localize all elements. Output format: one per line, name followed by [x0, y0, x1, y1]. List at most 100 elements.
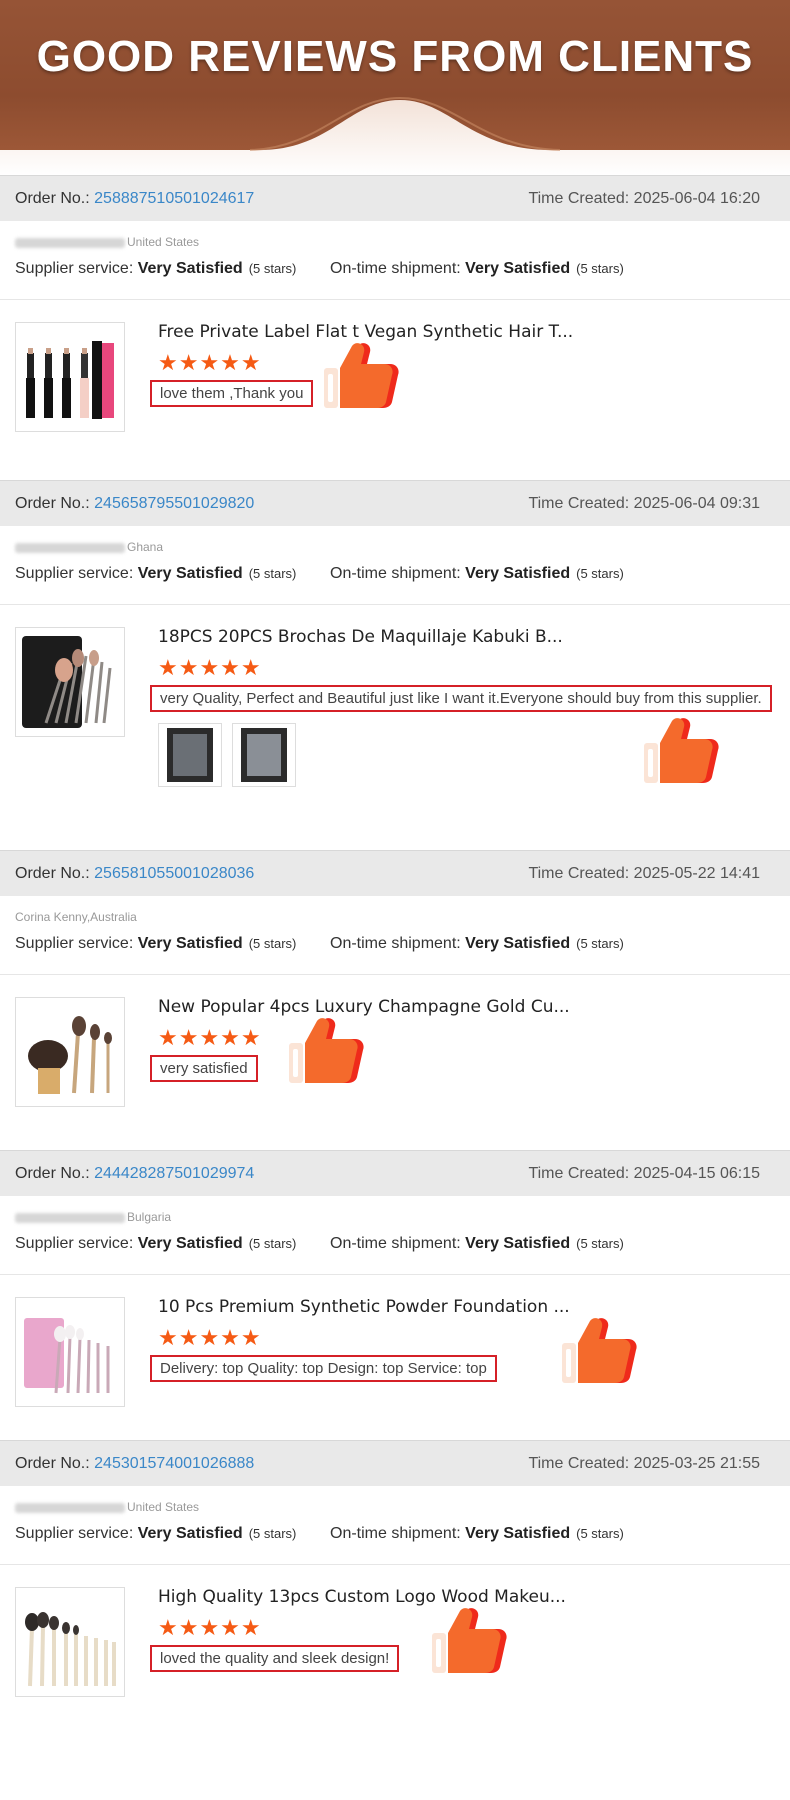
- review-card: Order No.: 245658795501029820 Time Creat…: [0, 480, 790, 845]
- supplier-stars: (5 stars): [248, 936, 297, 951]
- supplier-label: Supplier service:: [15, 565, 134, 582]
- review-card: Order No.: 258887510501024617 Time Creat…: [0, 175, 790, 450]
- shipment-rating: On-time shipment: Very Satisfied (5 stars…: [330, 565, 645, 583]
- time-created: Time Created: 2025-04-15 06:15: [528, 1165, 760, 1183]
- order-bar: Order No.: 244428287501029974 Time Creat…: [0, 1150, 790, 1196]
- supplier-stars: (5 stars): [248, 1526, 297, 1541]
- shipment-value: Very Satisfied: [465, 1525, 571, 1542]
- order-number-link[interactable]: 258887510501024617: [94, 190, 254, 207]
- supplier-rating: Supplier service: Very Satisfied (5 stars…: [15, 1525, 330, 1543]
- time-created: Time Created: 2025-06-04 09:31: [528, 495, 760, 513]
- buyer-country: Ghana: [127, 540, 164, 554]
- thumbs-up-icon: [432, 1608, 507, 1673]
- star-rating: ★★★★★: [158, 1325, 262, 1350]
- supplier-rating: Supplier service: Very Satisfied (5 stars…: [15, 260, 330, 278]
- star-rating: ★★★★★: [158, 1025, 262, 1050]
- star-rating: ★★★★★: [158, 655, 262, 680]
- shipment-value: Very Satisfied: [465, 565, 571, 582]
- buyer-country: United States: [127, 1500, 200, 1514]
- order-label: Order No.:: [15, 1454, 90, 1472]
- review-item: Free Private Label Flat t Vegan Syntheti…: [0, 300, 790, 450]
- order-bar: Order No.: 245658795501029820 Time Creat…: [0, 480, 790, 526]
- supplier-label: Supplier service:: [15, 935, 134, 952]
- blurred-buyer-name: [15, 542, 125, 553]
- review-item: 18PCS 20PCS Brochas De Maquillaje Kabuki…: [0, 605, 790, 845]
- product-title[interactable]: Free Private Label Flat t Vegan Syntheti…: [158, 322, 573, 342]
- buyer-info: Bulgaria: [15, 1210, 790, 1226]
- product-title[interactable]: 18PCS 20PCS Brochas De Maquillaje Kabuki…: [158, 627, 563, 647]
- product-title[interactable]: New Popular 4pcs Luxury Champagne Gold C…: [158, 997, 570, 1017]
- supplier-rating: Supplier service: Very Satisfied (5 stars…: [15, 565, 330, 583]
- product-thumbnail[interactable]: [15, 997, 125, 1107]
- order-number-link[interactable]: 256581055001028036: [94, 865, 254, 882]
- supplier-value: Very Satisfied: [137, 1235, 243, 1252]
- review-photo[interactable]: [232, 723, 296, 787]
- supplier-stars: (5 stars): [248, 566, 297, 581]
- supplier-stars: (5 stars): [248, 1236, 297, 1251]
- order-number-link[interactable]: 244428287501029974: [94, 1165, 254, 1182]
- product-title[interactable]: High Quality 13pcs Custom Logo Wood Make…: [158, 1587, 566, 1607]
- review-item: High Quality 13pcs Custom Logo Wood Make…: [0, 1565, 790, 1715]
- time-label: Time Created:: [528, 1164, 630, 1182]
- review-card: Order No.: 244428287501029974 Time Creat…: [0, 1150, 790, 1425]
- review-item: 10 Pcs Premium Synthetic Powder Foundati…: [0, 1275, 790, 1425]
- product-thumbnail[interactable]: [15, 322, 125, 432]
- thumbs-up-icon: [562, 1318, 637, 1383]
- supplier-rating: Supplier service: Very Satisfied (5 stars…: [15, 935, 330, 953]
- shipment-rating: On-time shipment: Very Satisfied (5 stars…: [330, 1525, 645, 1543]
- order-number: Order No.: 258887510501024617: [15, 190, 254, 208]
- thumbs-up-icon: [644, 718, 719, 783]
- time-created: Time Created: 2025-06-04 16:20: [528, 190, 760, 208]
- shipment-label: On-time shipment:: [330, 1525, 461, 1542]
- order-number: Order No.: 245301574001026888: [15, 1455, 254, 1473]
- product-thumbnail[interactable]: [15, 1587, 125, 1697]
- blurred-buyer-name: [15, 1502, 125, 1513]
- shipment-rating: On-time shipment: Very Satisfied (5 stars…: [330, 1235, 645, 1253]
- product-thumbnail[interactable]: [15, 627, 125, 737]
- time-value: 2025-04-15 06:15: [633, 1164, 760, 1182]
- shipment-stars: (5 stars): [576, 566, 624, 581]
- supplier-value: Very Satisfied: [137, 260, 243, 277]
- supplier-label: Supplier service:: [15, 1525, 134, 1542]
- order-label: Order No.:: [15, 1164, 90, 1182]
- shipment-label: On-time shipment:: [330, 565, 461, 582]
- order-number-link[interactable]: 245658795501029820: [94, 495, 254, 512]
- review-comment: love them ,Thank you: [150, 380, 314, 407]
- supplier-label: Supplier service:: [15, 260, 134, 277]
- buyer-country: United States: [127, 235, 200, 249]
- review-comment: very Quality, Perfect and Beautiful just…: [150, 685, 772, 712]
- review-comment: Delivery: top Quality: top Design: top S…: [150, 1355, 497, 1382]
- review-card: Order No.: 256581055001028036 Time Creat…: [0, 850, 790, 1125]
- supplier-rating: Supplier service: Very Satisfied (5 stars…: [15, 1235, 330, 1253]
- shipment-label: On-time shipment:: [330, 935, 461, 952]
- product-thumbnail[interactable]: [15, 1297, 125, 1407]
- thumbs-up-icon: [289, 1018, 364, 1083]
- order-number: Order No.: 244428287501029974: [15, 1165, 254, 1183]
- order-number-link[interactable]: 245301574001026888: [94, 1455, 254, 1472]
- order-bar: Order No.: 256581055001028036 Time Creat…: [0, 850, 790, 896]
- time-label: Time Created:: [528, 1454, 630, 1472]
- order-number: Order No.: 245658795501029820: [15, 495, 254, 513]
- order-label: Order No.:: [15, 864, 90, 882]
- review-comment: loved the quality and sleek design!: [150, 1645, 400, 1672]
- shipment-value: Very Satisfied: [465, 1235, 571, 1252]
- review-comment: very satisfied: [150, 1055, 258, 1082]
- order-label: Order No.:: [15, 189, 90, 207]
- product-title[interactable]: 10 Pcs Premium Synthetic Powder Foundati…: [158, 1297, 570, 1317]
- supplier-value: Very Satisfied: [137, 935, 243, 952]
- shipment-stars: (5 stars): [576, 261, 624, 276]
- review-photo[interactable]: [158, 723, 222, 787]
- shipment-stars: (5 stars): [576, 1236, 624, 1251]
- rating-row: Supplier service: Very Satisfied (5 stars…: [15, 562, 790, 586]
- supplier-value: Very Satisfied: [137, 1525, 243, 1542]
- shipment-value: Very Satisfied: [465, 935, 571, 952]
- shipment-rating: On-time shipment: Very Satisfied (5 stars…: [330, 260, 645, 278]
- order-label: Order No.:: [15, 494, 90, 512]
- banner-wave: [0, 96, 790, 175]
- page: GOOD REVIEWS FROM CLIENTS Order No.: 258…: [0, 0, 790, 1800]
- time-created: Time Created: 2025-05-22 14:41: [528, 865, 760, 883]
- time-value: 2025-06-04 09:31: [633, 494, 760, 512]
- order-bar: Order No.: 258887510501024617 Time Creat…: [0, 175, 790, 221]
- star-rating: ★★★★★: [158, 350, 262, 375]
- buyer-info: United States: [15, 235, 790, 251]
